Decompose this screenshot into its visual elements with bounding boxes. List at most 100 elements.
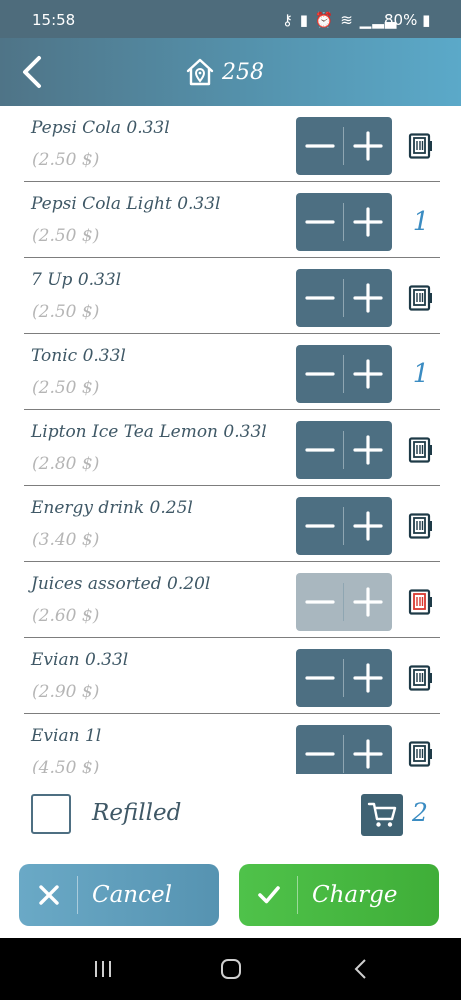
fridge-icon (408, 285, 432, 311)
plus-icon (353, 283, 383, 313)
cancel-button[interactable]: Cancel (19, 864, 219, 926)
plus-icon (353, 587, 383, 617)
product-price: (2.80 $) (32, 454, 100, 474)
product-name: 7 Up 0.33l (31, 270, 122, 290)
increment-button[interactable] (344, 649, 392, 707)
status-time: 15:58 (32, 11, 76, 29)
minus-icon (305, 676, 335, 680)
product-price: (2.50 $) (32, 226, 100, 246)
minus-icon (305, 296, 335, 300)
decrement-button[interactable] (296, 573, 344, 631)
key-icon: ⚷ (282, 11, 294, 29)
product-name: Energy drink 0.25l (31, 498, 193, 518)
quantity-stepper (296, 497, 392, 555)
fridge-icon (408, 589, 432, 615)
increment-button[interactable] (344, 725, 392, 774)
room-number: 258 (222, 59, 264, 85)
location-home-icon (186, 58, 214, 86)
status-bar: 15:58 ⚷ ▮ ⏰ ≋ ▁▂▃ 80% ▮ (0, 0, 461, 38)
increment-button[interactable] (344, 193, 392, 251)
product-name: Juices assorted 0.20l (31, 574, 211, 594)
quantity-stepper (296, 573, 392, 631)
product-row: 7 Up 0.33l (2.50 $) (24, 258, 440, 334)
increment-button[interactable] (344, 573, 392, 631)
product-row: Juices assorted 0.20l (2.60 $) (24, 562, 440, 638)
decrement-button[interactable] (296, 725, 344, 774)
fridge-icon (408, 437, 432, 463)
product-price: (3.40 $) (32, 530, 100, 550)
plus-icon (353, 739, 383, 769)
system-back-icon[interactable] (348, 956, 374, 982)
room-indicator: 258 (184, 54, 264, 90)
cancel-label: Cancel (92, 882, 172, 908)
decrement-button[interactable] (296, 421, 344, 479)
decrement-button[interactable] (296, 269, 344, 327)
minus-icon (305, 144, 335, 148)
quantity-cell (402, 421, 440, 479)
quantity-cell: 1 (402, 193, 440, 251)
minus-icon (305, 600, 335, 604)
quantity-stepper (296, 117, 392, 175)
product-row: Lipton Ice Tea Lemon 0.33l (2.80 $) (24, 410, 440, 486)
product-row: Evian 1l (4.50 $) (24, 714, 440, 774)
decrement-button[interactable] (296, 497, 344, 555)
alarm-icon: ⏰ (314, 11, 335, 29)
increment-button[interactable] (344, 269, 392, 327)
cart-button[interactable] (361, 794, 403, 836)
quantity-cell (402, 269, 440, 327)
product-price: (2.60 $) (32, 606, 100, 626)
plus-icon (353, 511, 383, 541)
product-row: Evian 0.33l (2.90 $) (24, 638, 440, 714)
recent-apps-icon[interactable] (90, 956, 116, 982)
quantity-cell (402, 725, 440, 774)
product-row: Pepsi Cola Light 0.33l (2.50 $) 1 (24, 182, 440, 258)
minus-icon (305, 372, 335, 376)
back-button[interactable] (14, 52, 54, 92)
decrement-button[interactable] (296, 117, 344, 175)
status-icons: ⚷ ▮ ⏰ ≋ ▁▂▃ (282, 11, 397, 29)
quantity-cell (402, 573, 440, 631)
cart-count: 2 (412, 798, 428, 827)
charge-separator (297, 876, 298, 914)
home-icon[interactable] (218, 956, 244, 982)
increment-button[interactable] (344, 345, 392, 403)
product-name: Evian 1l (31, 726, 102, 746)
product-price: (2.90 $) (32, 682, 100, 702)
product-list[interactable]: Pepsi Cola 0.33l (2.50 $) Pepsi Cola Light… (0, 106, 461, 774)
decrement-button[interactable] (296, 649, 344, 707)
fridge-icon (408, 741, 432, 767)
increment-button[interactable] (344, 117, 392, 175)
battery-level: 80% ▮ (384, 11, 431, 29)
decrement-button[interactable] (296, 193, 344, 251)
quantity-cell: 1 (402, 345, 440, 403)
system-nav-bar (0, 938, 461, 1000)
minus-icon (305, 752, 335, 756)
increment-button[interactable] (344, 497, 392, 555)
fridge-icon (408, 133, 432, 159)
cancel-separator (77, 876, 78, 914)
product-name: Tonic 0.33l (31, 346, 126, 366)
checkmark-icon (239, 864, 297, 926)
decrement-button[interactable] (296, 345, 344, 403)
plus-icon (353, 131, 383, 161)
refilled-label: Refilled (92, 800, 182, 826)
quantity-cell (402, 649, 440, 707)
chevron-left-icon (23, 56, 41, 88)
charge-label: Charge (312, 882, 398, 908)
plus-icon (353, 207, 383, 237)
battery-saver-icon: ▮ (299, 11, 310, 29)
minus-icon (305, 524, 335, 528)
bottom-area: Refilled 2 Cancel Charge (0, 774, 461, 938)
product-row: Energy drink 0.25l (3.40 $) (24, 486, 440, 562)
charge-button[interactable]: Charge (239, 864, 439, 926)
fridge-icon (408, 513, 432, 539)
quantity-stepper (296, 345, 392, 403)
product-price: (2.50 $) (32, 378, 100, 398)
increment-button[interactable] (344, 421, 392, 479)
minus-icon (305, 220, 335, 224)
cart-icon (367, 802, 397, 827)
refilled-checkbox[interactable] (31, 794, 71, 834)
quantity-value: 1 (412, 207, 430, 237)
quantity-cell (402, 497, 440, 555)
quantity-value: 1 (412, 359, 430, 389)
